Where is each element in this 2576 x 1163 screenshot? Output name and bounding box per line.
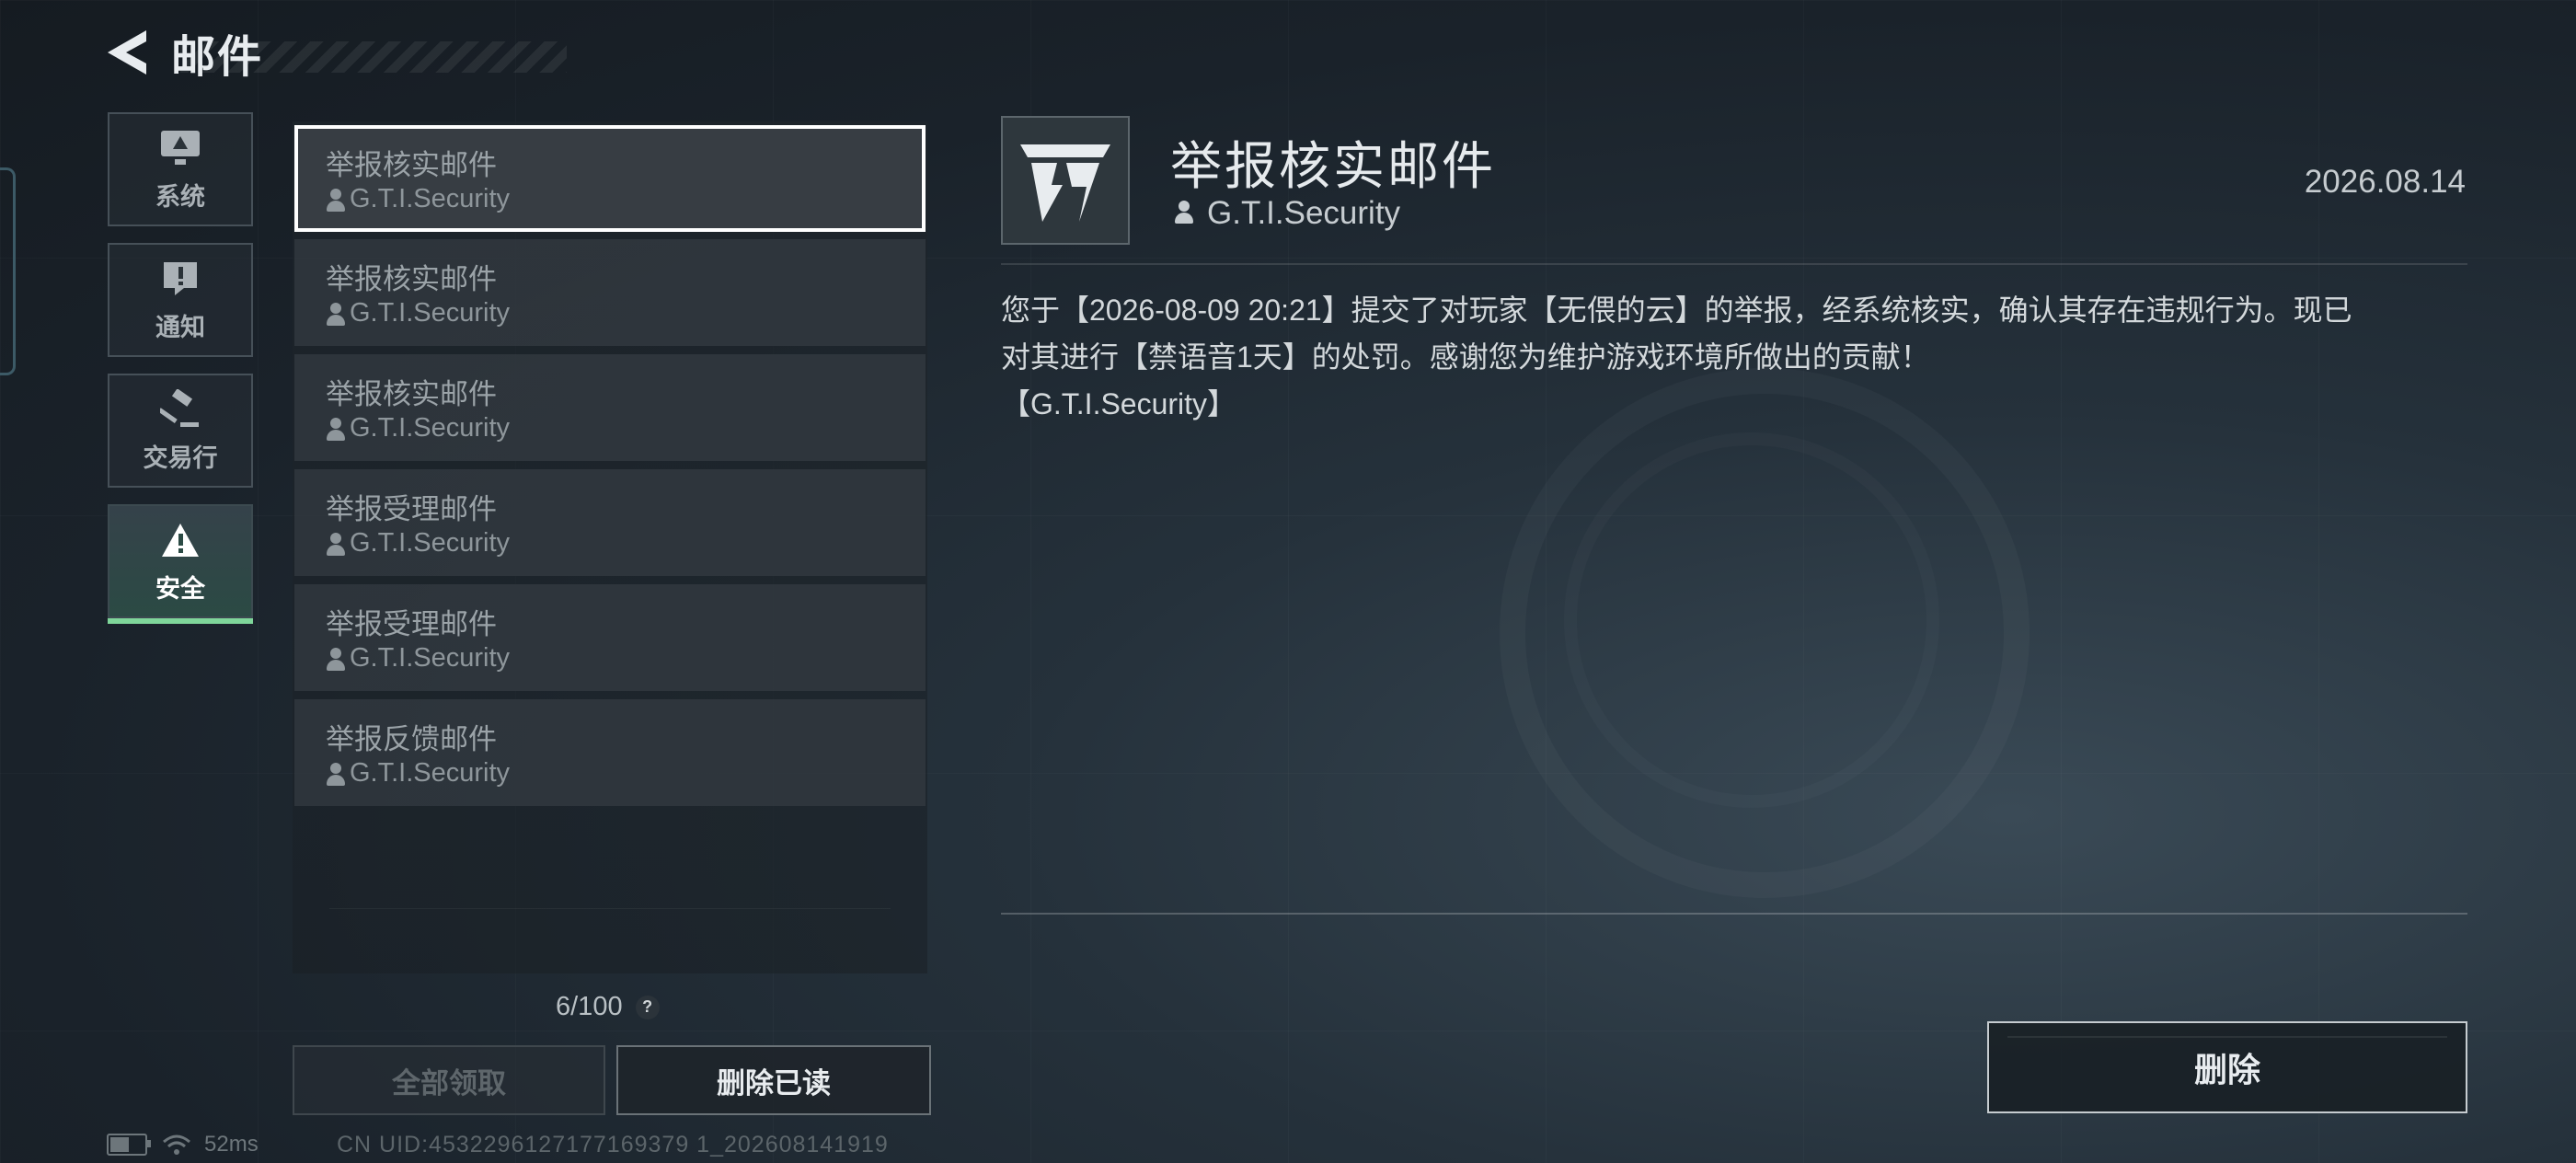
delete-button[interactable]: 删除	[1987, 1021, 2467, 1113]
header: 邮件	[103, 20, 568, 85]
category-label: 通知	[155, 313, 205, 341]
button-decoration	[2007, 1036, 2447, 1038]
back-button[interactable]	[103, 25, 151, 80]
detail-body: 您于【2026-08-09 20:21】提交了对玩家【无偎的云】的举报，经系统核…	[1001, 287, 2467, 428]
mail-item[interactable]: 举报核实邮件 G.T.I.Security	[294, 239, 926, 346]
detail-title: 举报核实邮件	[1170, 137, 1496, 195]
category-label: 交易行	[143, 443, 218, 472]
mail-item-selected[interactable]: 举报核实邮件 G.T.I.Security	[294, 125, 926, 232]
category-system[interactable]: 系统	[108, 112, 253, 226]
person-icon	[326, 187, 346, 213]
uid-text: CN UID:4532296127177169379 1_20260814191…	[337, 1132, 889, 1157]
mail-sender-name: G.T.I.Security	[350, 298, 511, 328]
mail-list: 举报核实邮件 G.T.I.Security 举报核实邮件 G.T.I.Secur…	[293, 121, 927, 973]
delete-read-button[interactable]: 删除已读	[616, 1045, 931, 1115]
mail-sender-name: G.T.I.Security	[350, 184, 511, 213]
person-icon	[326, 416, 346, 442]
wifi-icon	[163, 1134, 190, 1155]
person-icon	[326, 301, 346, 327]
mail-item[interactable]: 举报受理邮件 G.T.I.Security	[294, 584, 926, 691]
body-line: 对其进行【禁语音1天】的处罚。感谢您为维护游戏环境所做出的贡献！	[1001, 340, 1930, 374]
delete-button-label: 删除	[2193, 1051, 2260, 1088]
mail-sender: G.T.I.Security	[326, 298, 510, 328]
mail-title: 举报受理邮件	[326, 608, 497, 640]
mail-title: 举报核实邮件	[326, 378, 497, 410]
mail-item[interactable]: 举报反馈邮件 G.T.I.Security	[294, 699, 926, 806]
left-edge-tab[interactable]	[0, 167, 16, 375]
body-line: 您于【2026-08-09 20:21】提交了对玩家【无偎的云】的举报，经系统核…	[1001, 294, 2352, 327]
mail-item[interactable]: 举报受理邮件 G.T.I.Security	[294, 469, 926, 576]
category-label: 系统	[155, 182, 205, 211]
mail-title: 举报核实邮件	[326, 263, 497, 295]
page-title: 邮件	[171, 33, 264, 82]
monitor-icon	[159, 127, 201, 169]
mail-title: 举报受理邮件	[326, 493, 497, 525]
body-line: 【G.T.I.Security】	[1001, 387, 1237, 420]
category-trading[interactable]: 交易行	[108, 374, 253, 488]
list-decoration	[329, 908, 891, 946]
mail-sender: G.T.I.Security	[326, 643, 510, 674]
person-icon	[326, 761, 346, 787]
divider	[1001, 263, 2467, 265]
battery-icon	[107, 1134, 151, 1156]
person-icon	[326, 646, 346, 672]
mail-count-text: 6/100	[556, 992, 623, 1021]
collect-all-button[interactable]: 全部领取	[293, 1045, 605, 1115]
mail-item[interactable]: 举报核实邮件 G.T.I.Security	[294, 354, 926, 461]
mail-sender-name: G.T.I.Security	[350, 758, 511, 788]
mail-sender: G.T.I.Security	[326, 758, 510, 789]
mail-sender: G.T.I.Security	[326, 413, 510, 443]
warning-triangle-icon	[159, 519, 201, 561]
mail-sender: G.T.I.Security	[326, 528, 510, 558]
gavel-icon	[159, 388, 201, 431]
category-security[interactable]: 安全	[108, 504, 253, 624]
back-arrow-icon	[108, 30, 146, 75]
exclamation-icon	[159, 258, 201, 300]
divider	[1001, 913, 2467, 915]
mail-sender-name: G.T.I.Security	[350, 643, 511, 673]
gti-logo-icon	[1001, 116, 1130, 245]
category-label: 安全	[155, 574, 205, 603]
category-notice[interactable]: 通知	[108, 243, 253, 357]
person-icon	[1174, 199, 1198, 228]
detail-sender-name: G.T.I.Security	[1207, 195, 1401, 231]
background-emblem-inner	[1564, 432, 1939, 808]
mail-title: 举报反馈邮件	[326, 723, 497, 755]
detail-date: 2026.08.14	[2304, 164, 2466, 200]
status-bar: 52ms	[107, 1132, 259, 1157]
help-icon[interactable]: ?	[635, 995, 660, 1019]
person-icon	[326, 531, 346, 557]
detail-sender: G.T.I.Security	[1174, 195, 1400, 232]
mail-sender: G.T.I.Security	[326, 184, 510, 214]
mail-sender-name: G.T.I.Security	[350, 413, 511, 443]
mail-count: 6/100 ?	[556, 992, 660, 1022]
ping-text: 52ms	[204, 1132, 259, 1157]
mail-title: 举报核实邮件	[326, 149, 497, 181]
mail-sender-name: G.T.I.Security	[350, 528, 511, 558]
